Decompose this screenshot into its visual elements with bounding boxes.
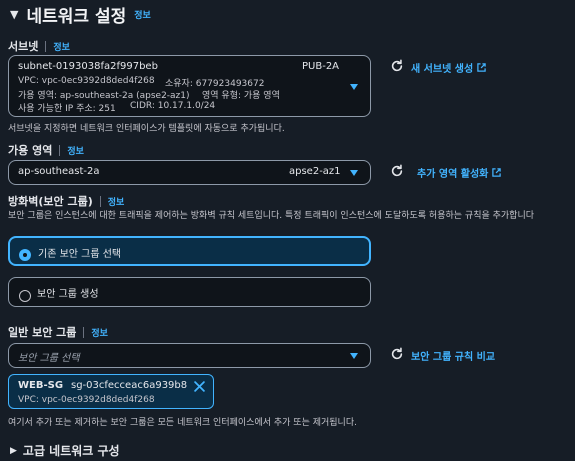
subnet-help-text: 서브넷을 지정하면 네트워크 인터페이스가 템플릿에 자동으로 추가됩니다. [8,124,285,134]
caret-down-icon [350,170,358,176]
section-title: 네트워크 설정 [26,7,127,27]
radio-option-create[interactable]: 보안 그룹 생성 [8,277,371,307]
radio-option-existing[interactable]: 기존 보안 그룹 선택 [8,236,371,266]
radio-selected-icon[interactable] [19,249,31,261]
caret-down-icon [350,353,358,359]
subnet-label: 서브넷 [8,40,39,53]
create-subnet-link[interactable]: 새 서브넷 생성 [411,60,486,75]
subnet-vpc: VPC: vpc-0ec9392d8ded4f268 [18,76,155,86]
subnet-available-ip: 사용 가능한 IP 주소: 251 [18,104,116,114]
create-subnet-label: 새 서브넷 생성 [411,64,474,75]
firewall-label: 방화벽(보안 그룹) [8,195,93,208]
separator [59,144,61,156]
external-link-icon [492,168,502,177]
subnet-zone-type: 영역 유형: 가용 영역 [202,91,280,101]
common-sg-label: 일반 보안 그룹 [8,326,77,339]
sg-token-vpc: VPC: vpc-0ec9392d8ded4f268 [18,395,155,405]
separator [99,195,101,207]
separator [45,40,47,52]
subnet-az: 가용 영역: ap-southeast-2a (apse2-az1) [18,91,190,101]
sg-token-id: sg-03cfecceac6a939b8 [71,380,188,391]
az-select[interactable]: ap-southeast-2a apse2-az1 [8,160,371,185]
selected-sg-token: WEB-SG sg-03cfecceac6a939b8 VPC: vpc-0ec… [8,374,214,409]
refresh-icon[interactable] [390,347,404,361]
refresh-icon[interactable] [390,59,404,73]
az-label-row: 가용 영역 정보 [8,142,84,158]
close-icon[interactable] [194,381,205,392]
common-sg-label-row: 일반 보안 그룹 정보 [8,324,108,340]
subnet-cidr: CIDR: 10.17.1.0/24 [130,101,216,111]
advanced-network-toggle[interactable]: ▶ 고급 네트워크 구성 [10,442,120,459]
subnet-select[interactable]: subnet-0193038fa2f997beb PUB-2A VPC: vpc… [8,55,371,117]
expand-triangle-icon: ▶ [10,445,17,456]
compare-sg-rules-link[interactable]: 보안 그룹 규칙 비교 [411,348,495,363]
enable-zone-label: 추가 영역 활성화 [417,169,489,180]
subnet-name: PUB-2A [302,61,340,72]
security-group-select[interactable]: 보안 그룹 선택 [8,343,371,368]
subnet-id: subnet-0193038fa2f997beb [18,61,158,72]
header-info-link[interactable]: 정보 [134,8,151,21]
az-value: ap-southeast-2a [18,166,100,177]
external-link-icon [477,63,486,72]
az-zone-id: apse2-az1 [289,166,341,177]
subnet-label-row: 서브넷 정보 [8,38,70,54]
firewall-info-link[interactable]: 정보 [108,195,125,208]
advanced-network-label: 고급 네트워크 구성 [22,444,120,458]
collapse-triangle-icon[interactable]: ▼ [10,8,18,21]
separator [83,326,85,338]
radio-option-label: 기존 보안 그룹 선택 [38,249,122,260]
az-info-link[interactable]: 정보 [67,144,84,157]
security-group-placeholder: 보안 그룹 선택 [18,353,80,364]
refresh-icon[interactable] [390,164,404,178]
az-label: 가용 영역 [8,144,53,157]
sg-token-name: WEB-SG [18,380,64,391]
firewall-label-row: 방화벽(보안 그룹) 정보 [8,193,124,209]
caret-down-icon [350,84,358,90]
enable-zone-link[interactable]: 추가 영역 활성화 [417,165,502,180]
common-sg-info-link[interactable]: 정보 [91,326,108,339]
radio-unselected-icon[interactable] [19,290,31,302]
common-sg-help-text: 여기서 추가 또는 제거하는 보안 그룹은 모든 네트워크 인터페이스에서 추가… [8,418,357,428]
firewall-description: 보안 그룹은 인스턴스에 대한 트래픽을 제어하는 방화벽 규칙 세트입니다. … [8,211,535,221]
section-header[interactable]: ▼ 네트워크 설정 정보 [10,2,151,27]
radio-option-label: 보안 그룹 생성 [37,289,99,300]
subnet-info-link[interactable]: 정보 [53,40,70,53]
